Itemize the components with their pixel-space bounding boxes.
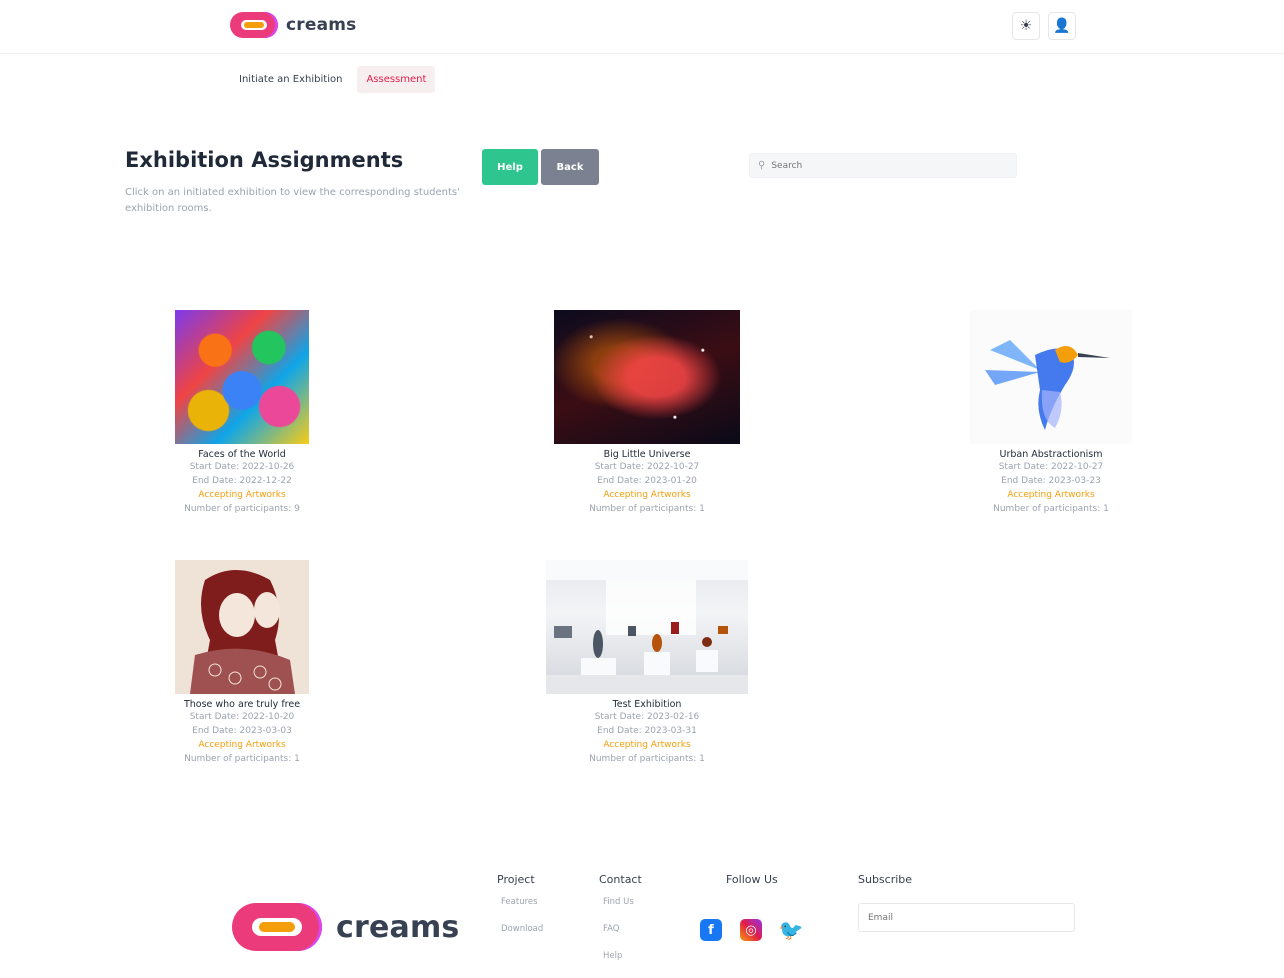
facebook-icon[interactable]: f [700, 919, 722, 941]
footer-link-help[interactable]: Help [603, 951, 622, 961]
exhibition-card[interactable]: Test Exhibition Start Date: 2023-02-16 E… [517, 560, 777, 766]
instagram-icon[interactable]: ◎ [740, 919, 762, 941]
exhibition-card[interactable]: Those who are truly free Start Date: 202… [112, 560, 372, 766]
exhibition-image[interactable] [554, 310, 740, 444]
top-bar: creams ☀ 👤 [0, 0, 1284, 54]
exhibition-participants: Number of participants: 1 [589, 754, 705, 764]
footer-contact-title: Contact [599, 873, 642, 886]
exhibition-participants: Number of participants: 9 [184, 504, 300, 514]
exhibition-status: Accepting Artworks [603, 740, 691, 750]
portrait-illustration [190, 570, 295, 694]
twitter-icon[interactable]: 🐦 [779, 918, 804, 942]
footer-link-features[interactable]: Features [501, 897, 538, 907]
user-icon[interactable]: 👤 [1048, 12, 1076, 40]
exhibition-start-date: Start Date: 2023-02-16 [594, 712, 700, 722]
exhibition-end-date: End Date: 2023-03-23 [1001, 476, 1101, 486]
email-field[interactable] [858, 903, 1075, 932]
page-description: Click on an initiated exhibition to view… [125, 187, 460, 214]
exhibition-name: Test Exhibition [612, 699, 682, 710]
search-input[interactable] [771, 160, 1002, 171]
tab-initiate-exhibition[interactable]: Initiate an Exhibition [230, 66, 351, 93]
page-title: Exhibition Assignments [125, 148, 404, 172]
sun-icon[interactable]: ☀ [1012, 12, 1040, 40]
exhibition-end-date: End Date: 2023-03-31 [597, 726, 697, 736]
exhibition-end-date: End Date: 2022-12-22 [192, 476, 292, 486]
exhibition-name: Big Little Universe [603, 449, 691, 460]
exhibition-start-date: Start Date: 2022-10-26 [189, 462, 295, 472]
tab-assessment[interactable]: Assessment [357, 66, 436, 93]
exhibition-name: Those who are truly free [183, 699, 301, 710]
footer-link-faq[interactable]: FAQ [603, 924, 619, 934]
exhibition-status: Accepting Artworks [1007, 490, 1095, 500]
exhibition-card[interactable]: Urban Abstractionism Start Date: 2022-10… [921, 310, 1181, 516]
footer-link-find-us[interactable]: Find Us [603, 897, 634, 907]
exhibition-image[interactable] [546, 560, 748, 694]
exhibition-participants: Number of participants: 1 [589, 504, 705, 514]
exhibition-image[interactable] [175, 310, 309, 444]
back-button[interactable]: Back [541, 149, 599, 185]
exhibition-start-date: Start Date: 2022-10-27 [594, 462, 700, 472]
search-box[interactable]: ⚲ [749, 153, 1017, 178]
exhibition-end-date: End Date: 2023-03-03 [192, 726, 292, 736]
footer-project-title: Project [497, 873, 535, 886]
footer-brand-name: creams [336, 909, 460, 945]
footer-follow-title: Follow Us [726, 873, 778, 886]
logo-icon [230, 12, 278, 38]
help-button[interactable]: Help [482, 149, 538, 185]
footer-link-download[interactable]: Download [501, 924, 543, 934]
nav-tabs: Initiate an Exhibition Assessment [230, 66, 436, 93]
gallery-illustration [546, 560, 748, 694]
exhibition-card[interactable]: Big Little Universe Start Date: 2022-10-… [517, 310, 777, 516]
exhibition-start-date: Start Date: 2022-10-20 [189, 712, 295, 722]
search-icon: ⚲ [758, 160, 766, 171]
exhibition-start-date: Start Date: 2022-10-27 [998, 462, 1104, 472]
footer-logo-icon [232, 903, 322, 951]
footer-subscribe-title: Subscribe [858, 873, 913, 886]
exhibition-end-date: End Date: 2023-01-20 [597, 476, 697, 486]
exhibition-participants: Number of participants: 1 [993, 504, 1109, 514]
exhibition-name: Faces of the World [198, 449, 286, 460]
exhibition-status: Accepting Artworks [198, 740, 286, 750]
exhibition-name: Urban Abstractionism [999, 449, 1103, 460]
brand-logo[interactable]: creams [230, 12, 357, 38]
footer-brand-logo[interactable]: creams [232, 903, 460, 951]
exhibition-status: Accepting Artworks [603, 490, 691, 500]
exhibition-image[interactable] [970, 310, 1132, 444]
exhibition-card[interactable]: Faces of the World Start Date: 2022-10-2… [112, 310, 372, 516]
brand-name: creams [286, 15, 357, 35]
hummingbird-illustration [985, 340, 1110, 430]
exhibition-participants: Number of participants: 1 [184, 754, 300, 764]
exhibition-image[interactable] [175, 560, 309, 694]
exhibition-status: Accepting Artworks [198, 490, 286, 500]
